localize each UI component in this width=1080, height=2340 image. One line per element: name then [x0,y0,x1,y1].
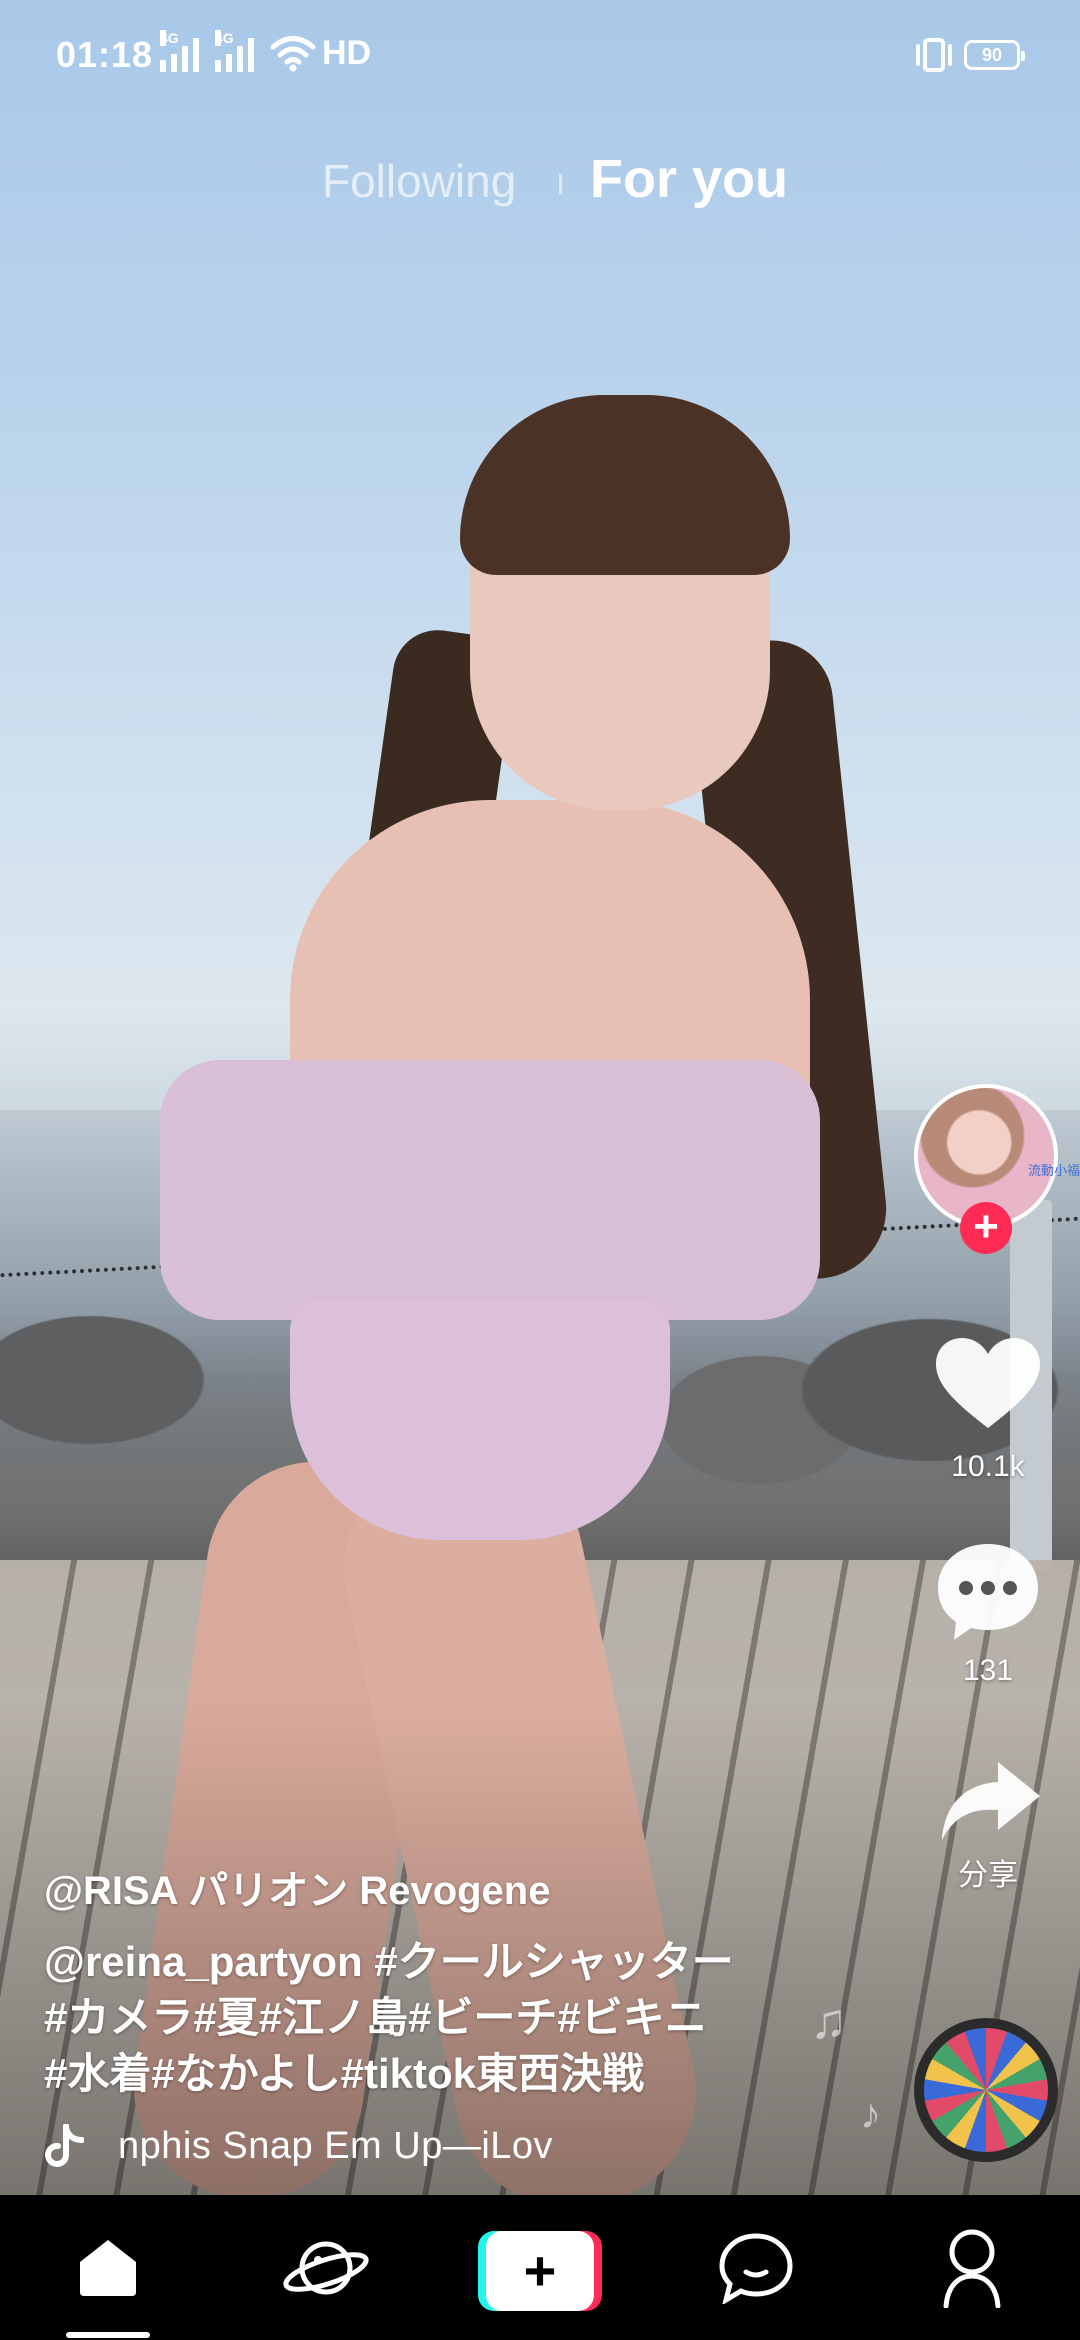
tab-following[interactable]: Following [322,154,516,208]
nav-me[interactable] [912,2195,1032,2340]
active-tab-indicator [66,2332,150,2338]
signal-icon: 4G [215,30,254,72]
caption-line: #水着#なかよし#tiktok東西決戦 [44,2050,644,2097]
music-disc[interactable] [914,2018,1058,2162]
status-bar: 01:18 4G 4G HD 90 [0,0,1080,110]
hd-indicator: HD [322,34,372,72]
vibrate-icon [916,38,952,72]
battery-icon: 90 [964,40,1025,70]
nav-home[interactable] [48,2195,168,2340]
like-count: 10.1k [951,1450,1025,1483]
comment-count: 131 [962,1654,1014,1687]
author-handle[interactable]: @RISA パリオン Revogene [44,1858,550,1916]
feed-tabs: Following For you [0,148,1080,218]
network-type-label: 4G [160,30,179,46]
follow-button[interactable]: + [960,1202,1012,1254]
caption-line: #カメラ#夏#江ノ島#ビーチ#ビキニ [44,1994,707,2041]
figure-bangs [460,395,790,575]
network-type-label: 4G [215,30,234,46]
wifi-icon [270,36,316,72]
share-arrow-icon[interactable] [938,1758,1042,1844]
floating-music-note-icon: ♫ [810,1993,848,2049]
create-button[interactable]: + [478,2231,602,2311]
tab-divider [559,174,562,194]
plus-icon: + [486,2231,594,2311]
floating-music-note-icon: ♪ [860,2090,881,2137]
profile-icon [943,2229,1001,2308]
figure-swim-bottom [290,1300,670,1540]
figure-swim-top [160,1060,820,1320]
signal-icon: 4G [160,30,199,72]
share-label: 分享 [958,1859,1018,1892]
music-title: nphis Snap Em Up—iLov [118,2124,554,2167]
bottom-nav: + [0,2195,1080,2340]
tiktok-note-icon [45,2124,84,2167]
music-ticker[interactable]: nphis Snap Em Up—iLov [44,2118,604,2174]
avatar-watermark-text: 流動小福 [1028,1163,1080,1178]
home-icon [80,2239,136,2296]
nav-inbox[interactable] [696,2195,816,2340]
tab-for-you[interactable]: For you [590,148,788,210]
like-heart-icon[interactable] [934,1336,1042,1432]
video-caption[interactable]: @reina_partyon #クールシャッター #カメラ#夏#江ノ島#ビーチ#… [44,1934,804,2102]
comment-icon[interactable] [934,1540,1042,1644]
status-time: 01:18 [56,34,154,75]
nav-discover[interactable] [266,2195,386,2340]
planet-icon [283,2241,369,2294]
caption-line: @reina_partyon #クールシャッター [44,1938,734,1985]
inbox-chat-icon [719,2232,793,2304]
